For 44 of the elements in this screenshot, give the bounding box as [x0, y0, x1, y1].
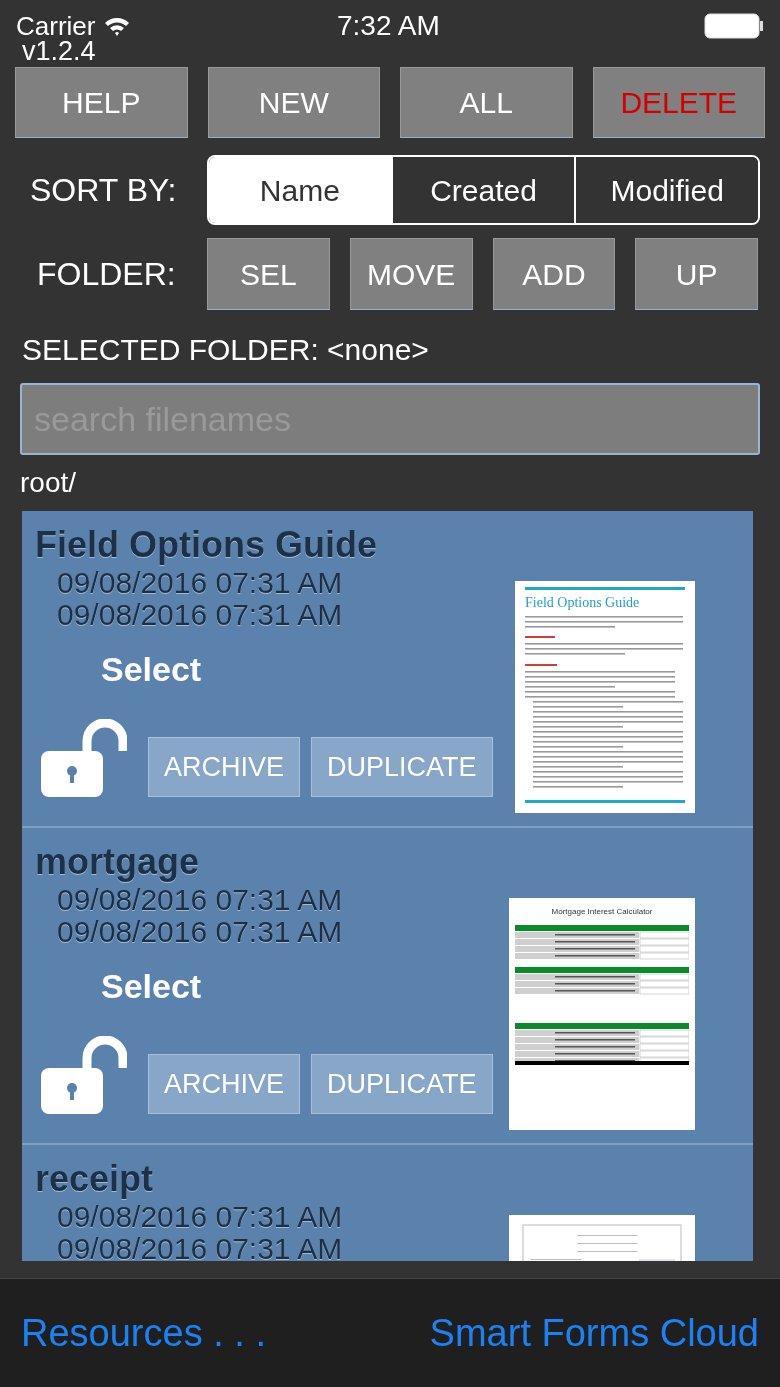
unlocked-icon[interactable]	[41, 1036, 127, 1114]
folder-button[interactable]: MOVE	[349, 238, 473, 310]
created-date: 09/08/2016 07:31 AM	[56, 567, 344, 599]
file-name: receipt	[35, 1157, 155, 1201]
toolbar-button[interactable]: NEW	[207, 67, 380, 138]
duplicate-button[interactable]: DUPLICATE	[311, 737, 493, 797]
file-name: Field Options Guide	[35, 523, 378, 567]
sort-control[interactable]: Name Created Modified	[207, 155, 760, 225]
file-row[interactable]: mortgage 09/08/2016 07:31 AM 09/08/2016 07:31 AM Select ARCHIVE DUPLICATE Mortgage Interest Calculator	[22, 828, 753, 1145]
path-label: root/	[20, 466, 77, 500]
select-button[interactable]: Select	[101, 966, 202, 1006]
battery-icon	[704, 13, 764, 39]
created-date: 09/08/2016 07:31 AM	[56, 884, 344, 916]
toolbar-button[interactable]: HELP	[15, 67, 188, 138]
folder-button[interactable]: SEL	[207, 238, 330, 310]
resources-link[interactable]: Resources . . .	[21, 1304, 266, 1362]
archive-button[interactable]: ARCHIVE	[148, 1054, 301, 1114]
folder-label: FOLDER:	[37, 255, 177, 294]
sort-option[interactable]: Name	[209, 157, 391, 223]
unlocked-icon[interactable]	[41, 719, 127, 797]
wifi-icon	[103, 15, 132, 37]
document-title: Field Options Guide	[525, 594, 641, 612]
document-title: Mortgage Interest Calculator	[550, 906, 654, 918]
folder-button[interactable]: ADD	[492, 238, 616, 310]
document-thumbnail[interactable]: Mortgage Interest Calculator	[509, 898, 695, 1130]
modified-date: 09/08/2016 07:31 AM	[56, 599, 344, 631]
duplicate-button[interactable]: DUPLICATE	[311, 1054, 493, 1114]
sort-label: SORT BY:	[30, 171, 178, 210]
version-label: v1.2.4	[22, 38, 96, 64]
clock: 7:32 AM	[337, 9, 440, 43]
file-name: mortgage	[35, 840, 201, 884]
modified-date: 09/08/2016 07:31 AM	[56, 916, 344, 948]
file-row[interactable]: Field Options Guide 09/08/2016 07:31 AM 09/08/2016 07:31 AM Select ARCHIVE DUPLICATE Field Options Guide	[22, 511, 753, 828]
carrier-label: Carrier	[16, 9, 96, 41]
created-date: 09/08/2016 07:31 AM	[56, 1201, 344, 1233]
toolbar-button[interactable]: ALL	[400, 67, 573, 138]
select-button[interactable]: Select	[101, 649, 202, 689]
selected-folder-label: SELECTED FOLDER: <none>	[22, 332, 429, 368]
sort-option[interactable]: Modified	[574, 157, 758, 223]
document-thumbnail[interactable]: Field Options Guide	[515, 581, 695, 813]
modified-date: 09/08/2016 07:31 AM	[56, 1233, 344, 1261]
folder-button[interactable]: UP	[635, 238, 758, 310]
archive-button[interactable]: ARCHIVE	[148, 737, 301, 797]
cloud-link[interactable]: Smart Forms Cloud	[429, 1304, 759, 1362]
